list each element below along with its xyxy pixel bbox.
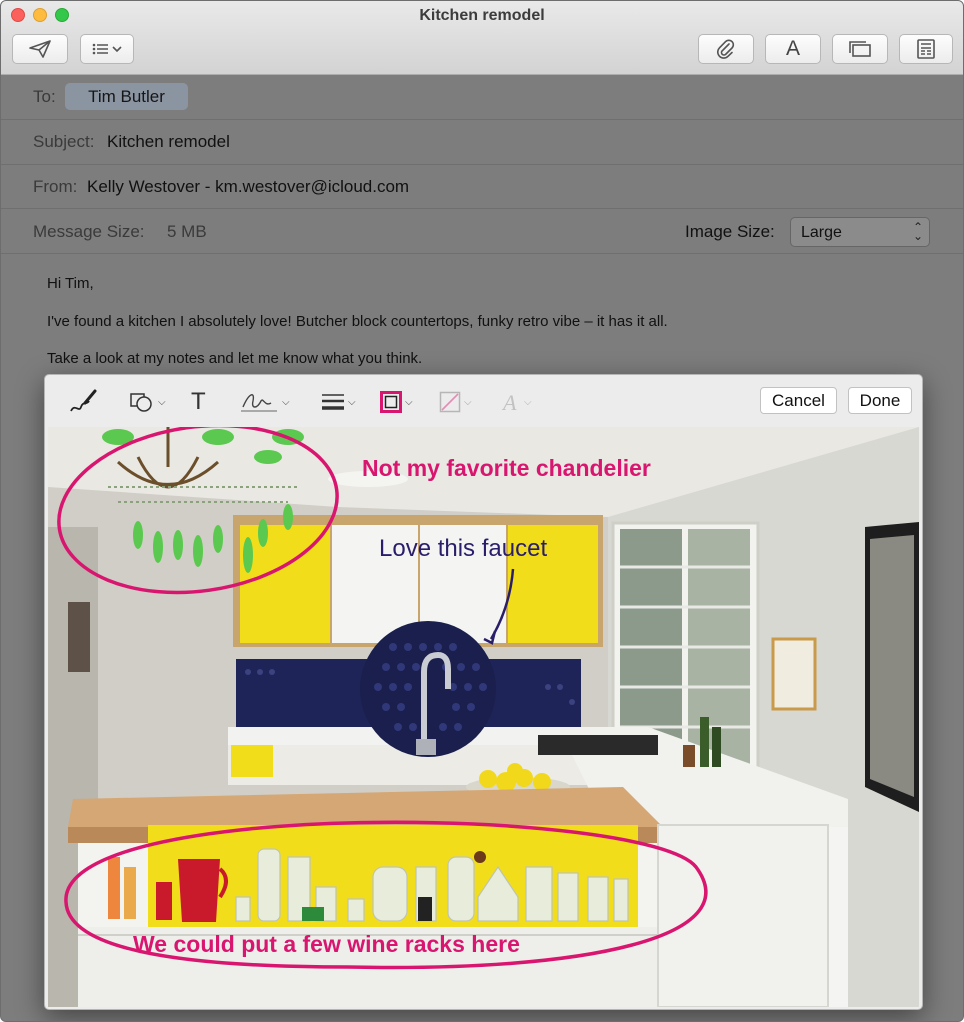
body-line-1[interactable]: I've found a kitchen I absolutely love! … [47, 313, 668, 330]
message-size-value: 5 MB [167, 222, 207, 241]
done-button[interactable]: Done [848, 387, 912, 414]
subject-label: Subject: [33, 132, 95, 151]
send-button[interactable] [12, 34, 68, 64]
mail-compose-window: Kitchen remodel A To: Tim Butler Subject… [0, 0, 964, 1022]
select-arrows-icon: ⌃ ⌄ [912, 220, 923, 243]
chevron-down-icon: ⌵ [405, 396, 413, 408]
shapes-icon [130, 393, 152, 412]
chevron-down-icon: ⌵ [524, 396, 532, 408]
paperclip-icon [717, 39, 735, 59]
border-color-icon [380, 391, 402, 413]
from-label: From: [33, 177, 78, 196]
fonts-button[interactable]: A [765, 34, 821, 64]
subject-field[interactable]: Kitchen remodel [107, 132, 230, 152]
fill-color-icon [439, 391, 461, 413]
cancel-button[interactable]: Cancel [760, 387, 837, 414]
title-bar: Kitchen remodel A [1, 1, 963, 75]
window-title: Kitchen remodel [419, 7, 545, 24]
recipient-token[interactable]: Tim Butler [65, 83, 188, 110]
shapes-tool[interactable]: ⌵ [129, 388, 166, 416]
border-color-tool[interactable]: ⌵ [380, 388, 413, 416]
paper-plane-icon [29, 40, 51, 58]
chevron-down-icon: ⌵ [348, 396, 356, 408]
text-tool[interactable]: T [191, 388, 206, 416]
line-style-icon [322, 394, 344, 410]
stationery-button[interactable] [899, 34, 953, 64]
from-field[interactable]: Kelly Westover - km.westover@icloud.com [87, 177, 409, 197]
photo-browser-button[interactable] [832, 34, 888, 64]
image-size-value: Large [801, 224, 842, 241]
text-style-icon: A [501, 390, 517, 414]
text-style-tool[interactable]: A ⌵ [501, 388, 532, 416]
chevron-down-icon: ⌵ [464, 396, 472, 408]
signature-icon [241, 394, 277, 412]
list-icon [92, 43, 122, 55]
annotation-faucet[interactable]: Love this faucet [379, 535, 547, 563]
attach-button[interactable] [698, 34, 754, 64]
body-line-2[interactable]: Take a look at my notes and let me know … [47, 350, 422, 367]
image-size-label: Image Size: [685, 222, 775, 241]
line-style-tool[interactable]: ⌵ [321, 388, 356, 416]
chevron-down-icon: ⌵ [158, 396, 166, 408]
format-list-button[interactable] [80, 34, 134, 64]
sketch-icon [70, 389, 97, 412]
signature-tool[interactable]: ⌵ [241, 388, 290, 416]
message-size-label: Message Size: [33, 222, 145, 241]
photo-browser-icon [849, 41, 871, 57]
markup-editor: ⌵ T ⌵ ⌵ ⌵ ⌵ A ⌵ Cancel Done Not my favor… [44, 374, 923, 1010]
fill-color-tool[interactable]: ⌵ [439, 388, 472, 416]
sketch-tool[interactable] [69, 388, 97, 416]
kitchen-photo: Not my favorite chandelier Love this fau… [48, 427, 919, 1007]
template-icon [917, 39, 935, 59]
svg-text:A: A [501, 390, 517, 414]
chevron-down-icon: ⌵ [282, 396, 290, 408]
to-label: To: [33, 87, 56, 106]
annotation-chandelier[interactable]: Not my favorite chandelier [362, 455, 651, 482]
annotation-wine-racks[interactable]: We could put a few wine racks here [133, 931, 520, 958]
image-size-select[interactable]: Large ⌃ ⌄ [790, 217, 930, 247]
kitchen-photo-illustration [48, 427, 919, 1007]
body-greeting[interactable]: Hi Tim, [47, 275, 94, 292]
